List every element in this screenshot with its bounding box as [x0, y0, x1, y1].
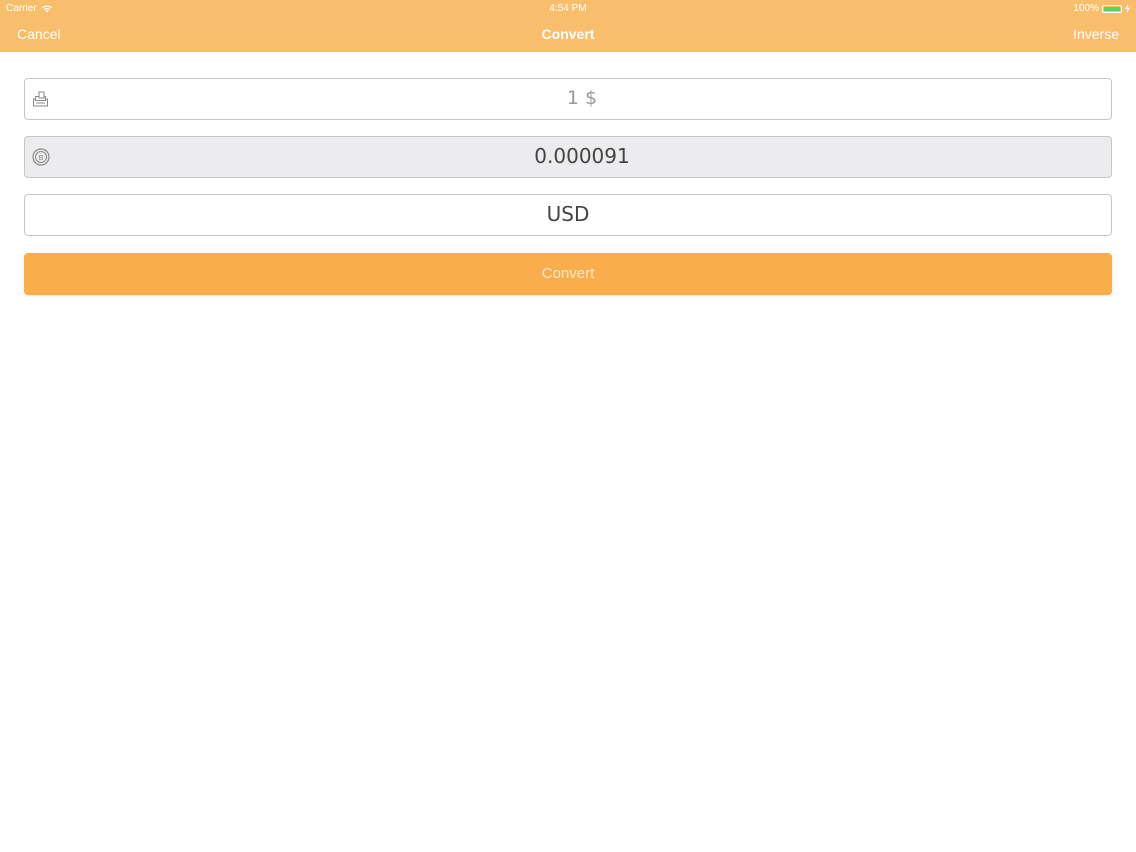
navigation-bar: Cancel Convert Inverse — [0, 17, 1136, 52]
cancel-button[interactable]: Cancel — [17, 26, 61, 42]
page-title: Convert — [541, 26, 595, 42]
convert-screen: Carrier 4:54 PM 100% Cancel Convert Inve… — [0, 0, 1136, 852]
amount-field[interactable]: 1 $ — [24, 78, 1112, 120]
header: Carrier 4:54 PM 100% Cancel Convert Inve… — [0, 0, 1136, 52]
charging-icon — [1125, 4, 1130, 13]
status-battery-group: 100% — [1073, 3, 1130, 14]
result-value: 0.000091 — [534, 144, 630, 168]
convert-button[interactable]: Convert — [24, 253, 1112, 295]
status-time: 4:54 PM — [549, 3, 587, 14]
battery-percent: 100% — [1073, 3, 1099, 14]
status-bar: Carrier 4:54 PM 100% — [0, 0, 1136, 17]
inverse-button[interactable]: Inverse — [1073, 26, 1119, 42]
result-field: B 0.000091 — [24, 136, 1112, 178]
amount-value: 1 $ — [566, 87, 598, 109]
currency-field[interactable]: USD — [24, 194, 1112, 236]
currency-value: USD — [546, 202, 590, 226]
battery-icon — [1102, 4, 1122, 13]
